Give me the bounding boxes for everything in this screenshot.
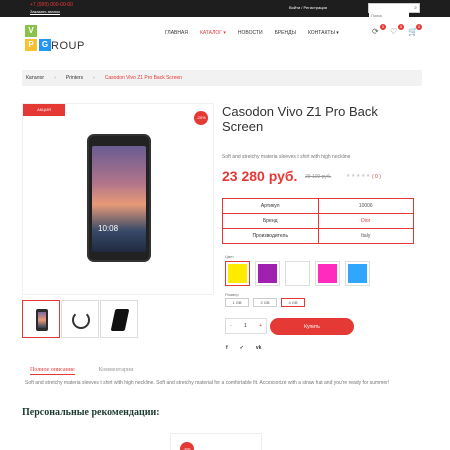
tab-content: Soft and stretchy materia sleeves t shir… <box>25 380 390 386</box>
size-option[interactable]: 1 GB <box>225 298 249 307</box>
heart-icon[interactable]: ♡ 0 <box>390 24 404 37</box>
compare-icon[interactable]: ⟳ 0 <box>372 24 386 37</box>
qty-increase-button[interactable]: + <box>259 323 262 329</box>
tab-comments[interactable]: Комментарии <box>99 367 134 375</box>
thumbnail-front[interactable] <box>22 300 60 338</box>
sale-tag: АКЦИЯ <box>23 104 65 116</box>
size-options: 1 GB 2 GB 4 GB <box>225 298 305 307</box>
search-box: ⌕ <box>368 3 420 20</box>
color-swatch-white[interactable] <box>285 261 310 286</box>
vk-icon[interactable]: vk <box>256 345 262 351</box>
size-option[interactable]: 2 GB <box>253 298 277 307</box>
color-swatch-blue[interactable] <box>345 261 370 286</box>
callback-link[interactable]: Заказать звонок <box>30 9 60 14</box>
rating-stars-icon[interactable]: ★★★★★ <box>346 173 371 179</box>
color-swatch-pink[interactable] <box>315 261 340 286</box>
discount-badge: -20% <box>194 111 208 125</box>
cart-icon[interactable]: 🛒 0 <box>408 24 422 37</box>
color-options <box>225 261 370 286</box>
thumbnail-side[interactable] <box>100 300 138 338</box>
quantity-stepper: - 1 + <box>225 318 267 334</box>
spec-value: Italy <box>317 228 414 244</box>
breadcrumb-printers[interactable]: Printers <box>66 75 83 81</box>
qty-value[interactable]: 1 <box>244 323 247 329</box>
nav-contacts[interactable]: КОНТАКТЫ ▾ <box>308 30 339 36</box>
wishlist-count-badge: 0 <box>398 24 404 30</box>
spec-key: Производитель <box>222 228 319 244</box>
breadcrumb-separator-icon: › <box>93 75 95 81</box>
main-nav: ГЛАВНАЯ КАТАЛОГ ▾ НОВОСТИ БРЕНДЫ КОНТАКТ… <box>165 30 339 36</box>
nav-home[interactable]: ГЛАВНАЯ <box>165 30 188 36</box>
tab-full-description[interactable]: Полное описание <box>30 367 75 375</box>
product-title: Casodon Vivo Z1 Pro Back Screen <box>222 104 378 134</box>
specs-row: Артикул 10006 <box>222 198 414 214</box>
breadcrumb-separator-icon: › <box>54 75 56 81</box>
social-share: f ✓ vk <box>226 345 261 351</box>
phone-number[interactable]: +7 (999) 000-00-00 <box>30 2 73 8</box>
facebook-icon[interactable]: f <box>226 345 228 351</box>
nav-catalog[interactable]: КАТАЛОГ ▾ <box>200 30 226 36</box>
color-swatch-purple[interactable] <box>255 261 280 286</box>
product-tabs: Полное описание Комментарии <box>30 367 133 375</box>
breadcrumb: Каталог › Printers › Casodon Vivo Z1 Pro… <box>22 70 422 86</box>
search-icon[interactable]: ⌕ <box>414 5 417 11</box>
header-icons: ⟳ 0 ♡ 0 🛒 0 <box>372 24 422 37</box>
size-option[interactable]: 4 GB <box>281 298 305 307</box>
spec-value: 10006 <box>317 198 414 214</box>
phone-screen: 10:08 <box>92 146 146 252</box>
twitter-icon[interactable]: ✓ <box>240 345 244 351</box>
specs-row: Бренд Dior <box>222 213 414 229</box>
color-swatch-yellow[interactable] <box>225 261 250 286</box>
recommendations-title: Персональные рекомендации: <box>22 407 160 418</box>
recommendation-card[interactable]: -20% <box>170 433 262 450</box>
qty-decrease-button[interactable]: - <box>230 323 232 329</box>
product-price: 23 280 руб. <box>222 168 298 184</box>
specs-row: Производитель Italy <box>222 228 414 244</box>
thumbnail-cable[interactable] <box>61 300 99 338</box>
discount-badge: -20% <box>180 442 194 450</box>
specs-table: Артикул 10006 Бренд Dior Производитель I… <box>222 198 414 244</box>
logo[interactable]: V P G ROUP <box>25 25 85 59</box>
nav-brands[interactable]: БРЕНДЫ <box>275 30 296 36</box>
nav-news[interactable]: НОВОСТИ <box>238 30 263 36</box>
spec-value[interactable]: Dior <box>317 213 414 229</box>
color-label: Цвет <box>225 254 234 259</box>
breadcrumb-catalog[interactable]: Каталог <box>26 75 44 81</box>
product-short-description: Soft and stretchy materia sleeves t shir… <box>222 154 351 160</box>
cart-count-badge: 0 <box>416 24 422 30</box>
product-old-price: 29 100 руб. <box>305 174 332 180</box>
top-bar: +7 (999) 000-00-00 Заказать звонок Войти… <box>0 0 450 20</box>
spec-key: Артикул <box>222 198 319 214</box>
thumbnail-strip <box>22 300 138 338</box>
breadcrumb-current: Casodon Vivo Z1 Pro Back Screen <box>104 75 182 81</box>
product-main-image[interactable]: АКЦИЯ -20% 10:08 <box>22 103 214 295</box>
phone-image: 10:08 <box>87 134 151 262</box>
phone-time: 10:08 <box>98 224 119 233</box>
logo-letter-v: V <box>25 25 37 37</box>
spec-key: Бренд <box>222 213 319 229</box>
login-link[interactable]: Войти / Регистрация <box>289 5 327 10</box>
buy-button[interactable]: Купить <box>270 318 354 335</box>
logo-letter-p: P <box>25 39 37 51</box>
size-label: Размер <box>225 292 239 297</box>
compare-count-badge: 0 <box>380 24 386 30</box>
logo-text: ROUP <box>51 40 85 52</box>
search-input[interactable] <box>369 11 409 20</box>
logo-letter-g: G <box>39 39 51 51</box>
review-count[interactable]: ( 0 ) <box>372 174 381 180</box>
